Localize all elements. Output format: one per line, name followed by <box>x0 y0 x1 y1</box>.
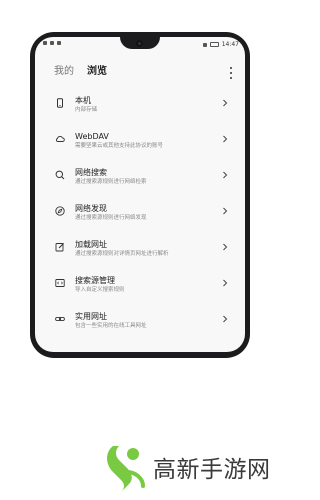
status-bar: 14:47 <box>35 37 245 51</box>
item-title: 搜索源管理 <box>75 276 115 285</box>
item-subtitle: 通过搜索源规则对详情页网址进行解析 <box>75 251 169 257</box>
list-item-useful-urls[interactable]: 实用网址 包含一些实用的在线工具网址 <box>35 311 245 341</box>
item-subtitle: 内部存储 <box>75 107 98 113</box>
item-subtitle: 包含一些实用的在线工具网址 <box>75 323 147 329</box>
more-menu-icon[interactable] <box>229 67 233 79</box>
top-bar: 我的 浏览 <box>35 65 245 83</box>
site-logo-icon <box>103 442 147 494</box>
chevron-right-icon <box>222 171 228 179</box>
status-time: 14:47 <box>221 41 239 48</box>
notification-icon <box>57 41 61 45</box>
list-item-web-discover[interactable]: 网络发现 通过搜索源规则进行网络发现 <box>35 203 245 233</box>
link-icon <box>55 314 65 324</box>
battery-icon <box>209 42 219 47</box>
item-title: 加载网址 <box>75 240 107 249</box>
item-title: 实用网址 <box>75 312 107 321</box>
tab-browse[interactable]: 浏览 <box>87 65 107 79</box>
item-title: 网络搜索 <box>75 168 107 177</box>
code-box-icon <box>55 278 65 288</box>
chevron-right-icon <box>222 279 228 287</box>
list-item-local[interactable]: 本机 内部存储 <box>35 95 245 125</box>
compass-icon <box>55 206 65 216</box>
item-subtitle: 通过搜索源规则进行网络发现 <box>75 215 147 221</box>
list-item-source-manage[interactable]: 搜索源管理 导入自定义搜索规则 <box>35 275 245 305</box>
item-subtitle: 通过搜索源规则进行网络检索 <box>75 179 147 185</box>
signal-icon <box>202 42 207 47</box>
phone-icon <box>55 98 65 108</box>
chevron-right-icon <box>222 243 228 251</box>
site-watermark: 高新手游网 <box>103 440 281 500</box>
item-title: 网络发现 <box>75 204 107 213</box>
item-title: WebDAV <box>75 132 109 141</box>
list-item-web-search[interactable]: 网络搜索 通过搜索源规则进行网络检索 <box>35 167 245 197</box>
tab-mine[interactable]: 我的 <box>54 65 74 79</box>
notification-icon <box>50 41 54 45</box>
search-icon <box>55 170 65 180</box>
list-item-load-url[interactable]: 加载网址 通过搜索源规则对详情页网址进行解析 <box>35 239 245 269</box>
chevron-right-icon <box>222 99 228 107</box>
status-left-icons <box>43 41 61 45</box>
chevron-right-icon <box>222 315 228 323</box>
notification-icon <box>43 41 47 45</box>
watermark-text: 高新手游网 <box>153 457 271 483</box>
chevron-right-icon <box>222 207 228 215</box>
item-subtitle: 导入自定义搜索规则 <box>75 287 125 293</box>
app-screen: 14:47 我的 浏览 本机 内部存储 WebDAV 需要坚果云或其他支持此协议… <box>35 37 245 352</box>
edit-link-icon <box>55 242 65 252</box>
item-subtitle: 需要坚果云或其他支持此协议的账号 <box>75 143 164 149</box>
item-title: 本机 <box>75 96 91 105</box>
status-right-icons: 14:47 <box>202 41 239 48</box>
chevron-right-icon <box>222 135 228 143</box>
list-item-webdav[interactable]: WebDAV 需要坚果云或其他支持此协议的账号 <box>35 131 245 161</box>
cloud-icon <box>55 134 65 144</box>
